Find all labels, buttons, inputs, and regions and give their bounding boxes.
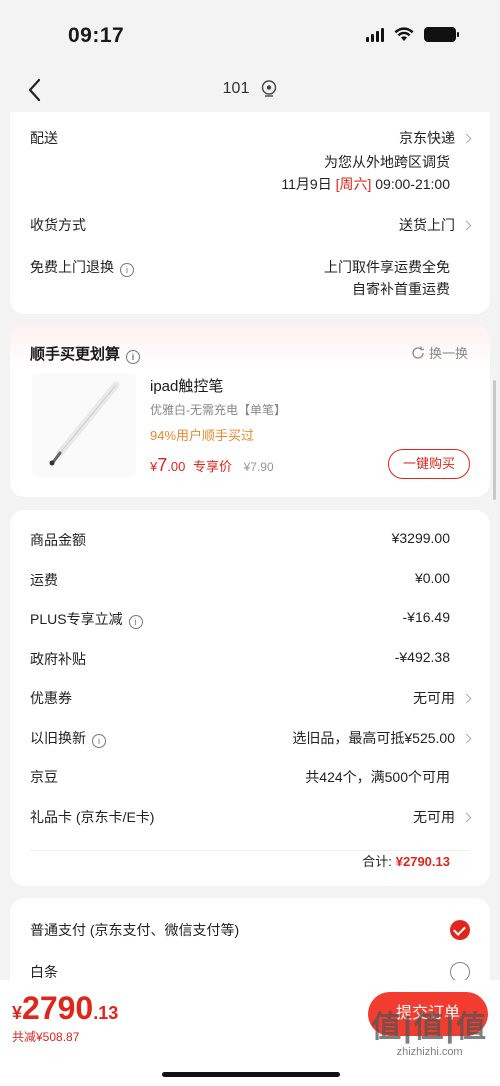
shipping-fee-row: 运费 ¥0.00 — [30, 570, 450, 588]
shipping-schedule: 11月9日 [周六] 09:00-21:00 — [281, 176, 450, 192]
price-summary-card: 商品金额 ¥3299.00 运费 ¥0.00 PLUS专享立减 i -¥16.49… — [10, 510, 490, 886]
swap-button[interactable]: 换一换 — [411, 343, 468, 362]
shipping-weekday: [周六] — [335, 176, 372, 192]
normal-pay-label: 普通支付 (京东支付、微信支付等) — [30, 922, 240, 938]
info-icon[interactable]: i — [126, 350, 141, 364]
chevron-right-icon — [461, 693, 472, 704]
receive-value: 送货上门 — [399, 215, 472, 235]
gov-subsidy-row: 政府补贴 -¥492.38 — [30, 649, 450, 667]
location-icon[interactable] — [261, 80, 277, 98]
total-row: 合计: ¥2790.13 — [30, 850, 470, 870]
scrollbar[interactable] — [493, 380, 496, 500]
chevron-right-icon — [461, 133, 472, 144]
home-indicator[interactable] — [162, 1072, 340, 1077]
receive-method-row[interactable]: 收货方式 送货上门 — [30, 215, 472, 235]
one-click-buy-button[interactable]: 一键购买 — [388, 449, 470, 479]
product-bought-rate: 94%用户顺手买过 — [150, 428, 255, 443]
baitiao-label: 白条 — [30, 964, 58, 980]
goods-amount-row: 商品金额 ¥3299.00 — [30, 530, 450, 548]
baitiao-radio[interactable] — [450, 962, 470, 982]
coupon-row[interactable]: 优惠券 无可用 — [30, 688, 472, 708]
refresh-icon — [412, 346, 424, 359]
product-price: ¥7.00 专享价 ¥7.90 — [150, 455, 274, 475]
original-price: ¥7.90 — [243, 460, 274, 474]
page-title: 101 — [222, 80, 250, 97]
delivery-card: 配送 京东快递 为您从外地跨区调货 11月9日 [周六] 09:00-21:00… — [10, 112, 490, 314]
shipping-value: 京东快递 — [399, 128, 472, 148]
jd-beans-row: 京豆 共424个，满500个可用 — [30, 769, 450, 785]
product-spec: 优雅白-无需充电【单笔】 — [150, 403, 286, 417]
free-return-row: 免费上门退换 i 上门取件享运费全免 自寄补首重运费 — [30, 257, 470, 301]
shipping-row[interactable]: 配送 京东快递 为您从外地跨区调货 11月9日 [周六] 09:00-21:00 — [30, 128, 472, 198]
total-label: 合计: — [362, 854, 392, 869]
shipping-line2: 为您从外地跨区调货 — [324, 154, 450, 170]
receive-label: 收货方式 — [30, 217, 86, 233]
info-icon[interactable]: i — [120, 263, 134, 277]
total-value: ¥2790.13 — [395, 854, 450, 869]
order-total: ¥2790.13 — [12, 990, 119, 1026]
normal-pay-radio[interactable] — [450, 920, 470, 940]
trade-in-row[interactable]: 以旧换新 i 选旧品，最高可抵¥525.00 — [30, 728, 472, 748]
shipping-label: 配送 — [30, 130, 58, 146]
wifi-icon — [394, 27, 414, 41]
chevron-right-icon — [461, 733, 472, 744]
product-name[interactable]: ipad触控笔 — [150, 375, 223, 396]
info-icon[interactable]: i — [92, 734, 106, 748]
signal-icon — [366, 27, 384, 42]
status-bar: 09:17 — [0, 0, 500, 68]
gift-card-row[interactable]: 礼品卡 (京东卡/E卡) 无可用 — [30, 807, 472, 827]
free-return-label: 免费上门退换 — [30, 259, 114, 275]
stylus-pen-image — [49, 381, 120, 466]
status-time: 09:17 — [68, 24, 125, 47]
saved-amount: 共减¥508.87 — [12, 1030, 80, 1044]
return-line2: 自寄补首重运费 — [352, 281, 450, 297]
return-line1: 上门取件享运费全免 — [324, 259, 450, 275]
battery-icon — [424, 27, 459, 42]
chevron-right-icon — [461, 220, 472, 231]
status-icons — [366, 27, 459, 42]
normal-pay-row[interactable]: 普通支付 (京东支付、微信支付等) — [30, 920, 470, 942]
info-icon[interactable]: i — [128, 615, 143, 629]
price-tag: 专享价 — [192, 459, 232, 474]
product-image[interactable] — [32, 373, 136, 477]
watermark: 值|值|值 zhizhizhi.com — [371, 1011, 488, 1058]
recommend-title: 顺手买更划算 — [30, 346, 121, 363]
chevron-right-icon — [461, 812, 472, 823]
plus-discount-row: PLUS专享立减 i -¥16.49 — [30, 609, 450, 629]
recommend-card: 顺手买更划算 i 换一换 ipad触控笔 优雅白-无需充电【单笔】 94%用户顺手… — [10, 325, 490, 497]
nav-bar: 101 — [0, 68, 500, 112]
